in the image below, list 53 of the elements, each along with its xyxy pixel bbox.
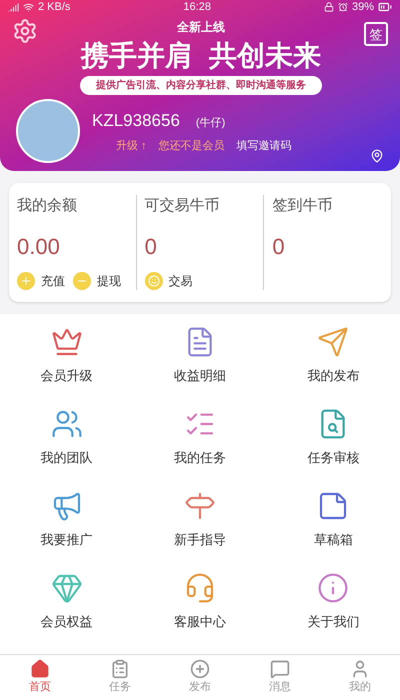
menu-item[interactable]: 我要推广 bbox=[0, 490, 134, 572]
balance-action[interactable]: 提现 bbox=[73, 272, 121, 290]
menu-item[interactable]: 我的发布 bbox=[266, 326, 400, 408]
headline: 携手并肩 共创未来 bbox=[81, 39, 321, 73]
menu-item[interactable]: 会员权益 bbox=[0, 572, 134, 654]
menu-item[interactable]: 任务审核 bbox=[266, 408, 400, 490]
balance-value: 0 bbox=[272, 232, 286, 260]
location-icon[interactable] bbox=[370, 149, 384, 163]
sign-in-button[interactable]: 签 bbox=[364, 22, 388, 46]
balance-action[interactable]: 交易 bbox=[144, 272, 193, 290]
menu-item[interactable]: 我的任务 bbox=[133, 408, 267, 490]
username: KZL938656 bbox=[92, 110, 180, 132]
menu-item[interactable]: 关于我们 bbox=[266, 572, 400, 654]
member-status: 您还不是会员 bbox=[158, 138, 225, 154]
nickname: (牛仔) bbox=[196, 116, 226, 131]
network-speed: 2 KB/s bbox=[38, 0, 70, 15]
menu-icon bbox=[50, 326, 83, 358]
menu-item[interactable]: 草稿箱 bbox=[266, 490, 400, 572]
invite-code-link[interactable]: 填写邀请码 bbox=[236, 138, 292, 154]
battery-icon bbox=[378, 0, 392, 14]
balance-label: 我的余额 bbox=[17, 196, 78, 216]
action-icon bbox=[73, 272, 91, 290]
wifi-icon bbox=[23, 2, 34, 12]
tab-icon bbox=[190, 659, 210, 680]
menu-item[interactable]: 新手指导 bbox=[133, 490, 267, 572]
menu-icon bbox=[317, 326, 350, 358]
tab-icon bbox=[30, 659, 50, 680]
subtitle-pill: 提供广告引流、内容分享社群、即时沟通等服务 bbox=[80, 76, 322, 95]
menu-icon bbox=[50, 408, 83, 440]
battery-percent: 39% bbox=[352, 0, 374, 15]
action-icon bbox=[144, 272, 163, 290]
balance-label: 可交易牛币 bbox=[144, 196, 221, 216]
tab[interactable]: 首页 bbox=[0, 655, 80, 700]
settings-icon[interactable] bbox=[12, 18, 38, 44]
menu-icon bbox=[317, 572, 350, 604]
balance-value: 0.00 bbox=[17, 232, 61, 260]
alarm-icon bbox=[338, 2, 348, 12]
clock: 16:28 bbox=[183, 0, 211, 15]
tagline: 全新上线 bbox=[177, 19, 225, 36]
menu-item[interactable]: 我的团队 bbox=[0, 408, 134, 490]
menu-item[interactable]: 会员升级 bbox=[0, 326, 134, 408]
balance-label: 签到牛币 bbox=[272, 196, 334, 216]
signal-icon bbox=[8, 2, 19, 12]
lock-icon bbox=[324, 2, 334, 12]
menu-icon bbox=[50, 572, 83, 604]
balance-action[interactable]: 充值 bbox=[17, 272, 65, 290]
menu-icon bbox=[184, 490, 216, 522]
menu-item[interactable]: 客服中心 bbox=[133, 572, 267, 654]
tab-icon bbox=[110, 659, 130, 680]
action-icon bbox=[17, 272, 35, 290]
balance-value: 0 bbox=[144, 232, 158, 260]
menu-item[interactable]: 收益明细 bbox=[133, 326, 267, 408]
tab-icon bbox=[270, 659, 290, 680]
